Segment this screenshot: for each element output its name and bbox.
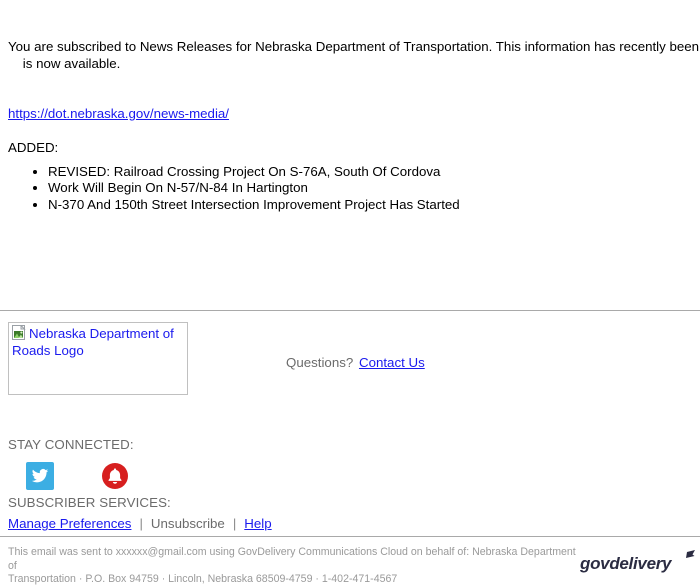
divider-above-disclaimer — [0, 536, 700, 537]
intro-line-1: You are subscribed to News Releases for … — [8, 39, 700, 54]
intro-paragraph: You are subscribed to News Releases for … — [8, 6, 700, 89]
questions-block: Questions? Contact Us — [286, 355, 425, 371]
subscriber-services-section: SUBSCRIBER SERVICES: Manage Preferences |… — [8, 495, 272, 532]
intro-line-2: is now available. — [22, 55, 121, 71]
list-item: Work Will Begin On N-57/N-84 In Hartingt… — [48, 180, 700, 196]
stay-connected-label: STAY CONNECTED: — [8, 437, 134, 452]
footer-line-2: Transportation · P.O. Box 94759 · Lincol… — [8, 573, 398, 585]
subscriber-services-links: Manage Preferences | Unsubscribe | Help — [8, 515, 272, 532]
news-media-url-row: https://dot.nebraska.gov/news-media/ — [8, 106, 700, 122]
added-items-list: REVISED: Railroad Crossing Project On S-… — [8, 164, 700, 213]
stay-connected-section: STAY CONNECTED: — [8, 437, 134, 490]
link-separator: | — [232, 516, 237, 531]
agency-logo-placeholder[interactable]: Nebraska Department of Roads Logo — [8, 322, 188, 395]
news-media-link[interactable]: https://dot.nebraska.gov/news-media/ — [8, 106, 229, 121]
email-body: You are subscribed to News Releases for … — [0, 0, 700, 212]
svg-text:govdelivery: govdelivery — [580, 554, 673, 573]
list-item: REVISED: Railroad Crossing Project On S-… — [48, 164, 700, 180]
social-icons-row — [8, 462, 134, 490]
added-label: ADDED: — [8, 139, 59, 155]
divider-above-footer — [0, 310, 700, 311]
footer-logo-row: Nebraska Department of Roads Logo Questi… — [0, 322, 700, 402]
bell-subscribe-icon[interactable] — [101, 462, 129, 490]
broken-image-icon — [12, 324, 28, 341]
unsubscribe-label[interactable]: Unsubscribe — [151, 516, 225, 531]
contact-us-link[interactable]: Contact Us — [359, 355, 425, 370]
subscriber-services-label: SUBSCRIBER SERVICES: — [8, 495, 171, 510]
agency-logo-alt-text: Nebraska Department of Roads Logo — [12, 324, 184, 359]
help-link[interactable]: Help — [244, 516, 271, 531]
govdelivery-logo: govdelivery — [579, 550, 698, 576]
list-item: N-370 And 150th Street Intersection Impr… — [48, 197, 700, 213]
agency-logo-alt-label: Nebraska Department of Roads Logo — [12, 326, 174, 358]
link-separator: | — [139, 516, 143, 531]
twitter-icon[interactable] — [26, 462, 54, 490]
footer-line-1: This email was sent to xxxxxx@gmail.com … — [8, 546, 576, 572]
manage-preferences-link[interactable]: Manage Preferences — [8, 516, 131, 531]
footer-disclaimer: This email was sent to xxxxxx@gmail.com … — [8, 546, 578, 587]
questions-label: Questions? — [286, 355, 354, 370]
